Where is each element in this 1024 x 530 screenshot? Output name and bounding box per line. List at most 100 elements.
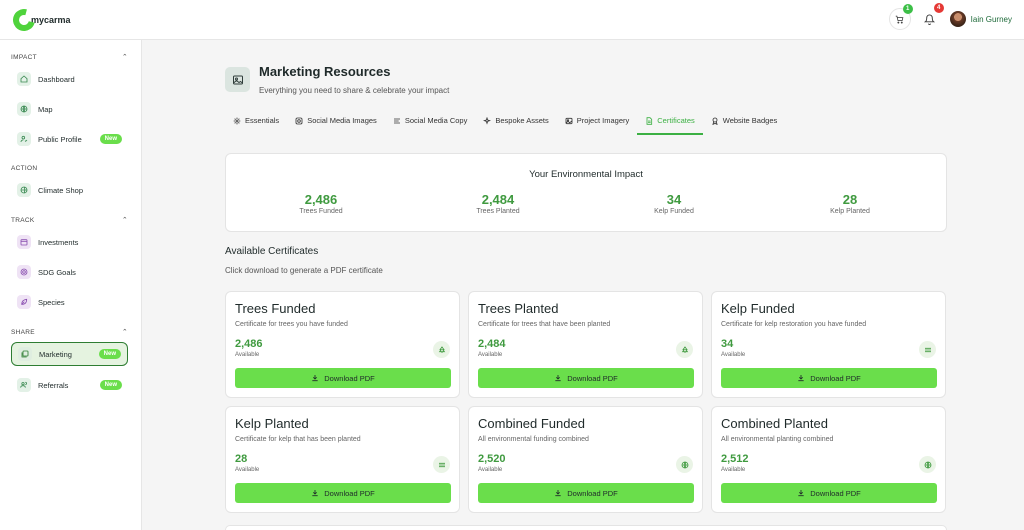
tab-label: Social Media Copy [404, 116, 468, 125]
download-icon [312, 490, 318, 497]
resource-tabs: Essentials Social Media Images Social Me… [225, 108, 785, 135]
certificate-description: Certificate for trees that have been pla… [478, 321, 611, 328]
tab-label: Social Media Images [307, 116, 377, 125]
new-badge: New [98, 349, 121, 359]
avatar[interactable] [949, 11, 966, 27]
tab-website-badges[interactable]: Website Badges [703, 108, 785, 135]
download-pdf-button[interactable]: Download PDF [478, 483, 694, 503]
chevron-up-icon: ⌃ [121, 217, 128, 224]
calendar-icon [17, 235, 31, 249]
sidebar-item-label: Climate Shop [38, 185, 84, 195]
tab-social-media-images[interactable]: Social Media Images [287, 108, 385, 135]
available-label: Available [478, 352, 503, 358]
certificate-value: 28 [235, 453, 248, 465]
document-icon [646, 116, 653, 125]
certificates-subtitle: Click download to generate a PDF certifi… [225, 266, 383, 275]
globe-icon [919, 456, 936, 473]
download-pdf-button[interactable]: Download PDF [235, 368, 451, 388]
tab-label: Certificates [657, 116, 695, 125]
section-title: SHARE [11, 328, 35, 336]
leaf-icon [17, 295, 31, 309]
download-label: Download PDF [324, 373, 375, 383]
download-icon [798, 490, 804, 497]
gear-icon [233, 117, 241, 124]
available-label: Available [478, 467, 503, 473]
sidebar-item-map[interactable]: Map [11, 97, 128, 121]
certificate-title: Kelp Planted [235, 416, 309, 431]
sidebar-item-label: Map [38, 104, 53, 114]
next-section-card [225, 525, 947, 530]
cart-icon [895, 15, 904, 23]
tab-social-media-copy[interactable]: Social Media Copy [385, 108, 476, 135]
section-title: ACTION [11, 165, 38, 172]
tab-label: Bespoke Assets [495, 116, 549, 125]
user-profile-icon [17, 132, 31, 146]
main-content: Marketing Resources Everything you need … [142, 40, 1024, 530]
text-lines-icon [393, 118, 400, 123]
stat-label: Kelp Planted [830, 208, 870, 215]
certificate-description: Certificate for kelp restoration you hav… [721, 321, 867, 328]
image-stack-icon [18, 347, 32, 361]
waves-icon [919, 341, 936, 358]
user-name[interactable]: Iain Gurney [971, 15, 1012, 24]
section-title: IMPACT [11, 53, 37, 61]
stat-label: Trees Planted [476, 208, 520, 215]
sidebar-item-label: Public Profile [38, 134, 82, 144]
cart-badge: 1 [902, 4, 913, 14]
tab-bespoke-assets[interactable]: Bespoke Assets [475, 108, 556, 135]
download-pdf-button[interactable]: Download PDF [235, 483, 451, 503]
sidebar-item-public-profile[interactable]: Public Profile New [11, 127, 128, 151]
bell-icon [924, 14, 936, 25]
impact-stat: 34 Kelp Funded [599, 192, 749, 215]
page-subtitle: Everything you need to share & celebrate… [259, 86, 450, 95]
download-pdf-button[interactable]: Download PDF [721, 368, 937, 388]
download-pdf-button[interactable]: Download PDF [478, 368, 694, 388]
impact-stat: 2,484 Trees Planted [423, 192, 573, 215]
certificate-title: Trees Planted [478, 301, 559, 316]
waves-icon [433, 456, 450, 473]
section-track[interactable]: TRACK ⌃ [11, 216, 128, 225]
notifications-button[interactable]: 4 [919, 3, 944, 30]
stat-value: 28 [842, 192, 858, 207]
sidebar-item-label: Investments [38, 237, 79, 247]
download-pdf-button[interactable]: Download PDF [721, 483, 937, 503]
sidebar-item-marketing[interactable]: Marketing New [11, 342, 128, 366]
certificate-value: 2,520 [478, 453, 506, 465]
section-impact[interactable]: IMPACT ⌃ [11, 53, 128, 62]
section-share[interactable]: SHARE ⌃ [11, 328, 128, 337]
chevron-up-icon: ⌃ [121, 54, 128, 61]
sidebar-item-dashboard[interactable]: Dashboard [11, 67, 128, 91]
home-icon [17, 72, 31, 86]
globe-icon [17, 183, 31, 197]
certificate-card-combined-funded: Combined Funded All environmental fundin… [468, 406, 703, 513]
sidebar-item-label: SDG Goals [38, 267, 76, 277]
sidebar-item-label: Species [38, 297, 65, 307]
cart-button[interactable]: 1 [888, 4, 913, 30]
certificate-title: Trees Funded [235, 301, 316, 316]
impact-title: Your Environmental Impact [529, 169, 643, 180]
certificate-value: 2,484 [478, 338, 506, 350]
certificate-value: 34 [721, 338, 734, 350]
tab-essentials[interactable]: Essentials [225, 108, 287, 135]
available-label: Available [235, 467, 260, 473]
tab-label: Project Imagery [576, 116, 630, 125]
certificate-description: Certificate for trees you have funded [235, 321, 348, 328]
download-icon [798, 375, 804, 382]
sidebar-item-referrals[interactable]: Referrals New [11, 373, 128, 397]
impact-summary-card: Your Environmental Impact 2,486 Trees Fu… [225, 153, 947, 232]
sparkles-icon [483, 116, 492, 125]
certificate-title: Combined Funded [478, 416, 585, 431]
section-action[interactable]: ACTION [11, 165, 128, 172]
certificates-title: Available Certificates [225, 246, 319, 257]
tab-certificates[interactable]: Certificates [637, 108, 703, 135]
sidebar-item-climate-shop[interactable]: Climate Shop [11, 178, 128, 202]
sidebar-item-sdg-goals[interactable]: SDG Goals [11, 260, 128, 284]
sidebar-item-label: Dashboard [38, 74, 75, 84]
download-label: Download PDF [567, 373, 618, 383]
brand-logo[interactable]: mycarma [8, 4, 71, 36]
download-label: Download PDF [810, 488, 861, 498]
sidebar-item-investments[interactable]: Investments [11, 230, 128, 254]
sidebar-item-species[interactable]: Species [11, 290, 128, 314]
globe-icon [676, 456, 693, 473]
tab-project-imagery[interactable]: Project Imagery [557, 108, 638, 135]
